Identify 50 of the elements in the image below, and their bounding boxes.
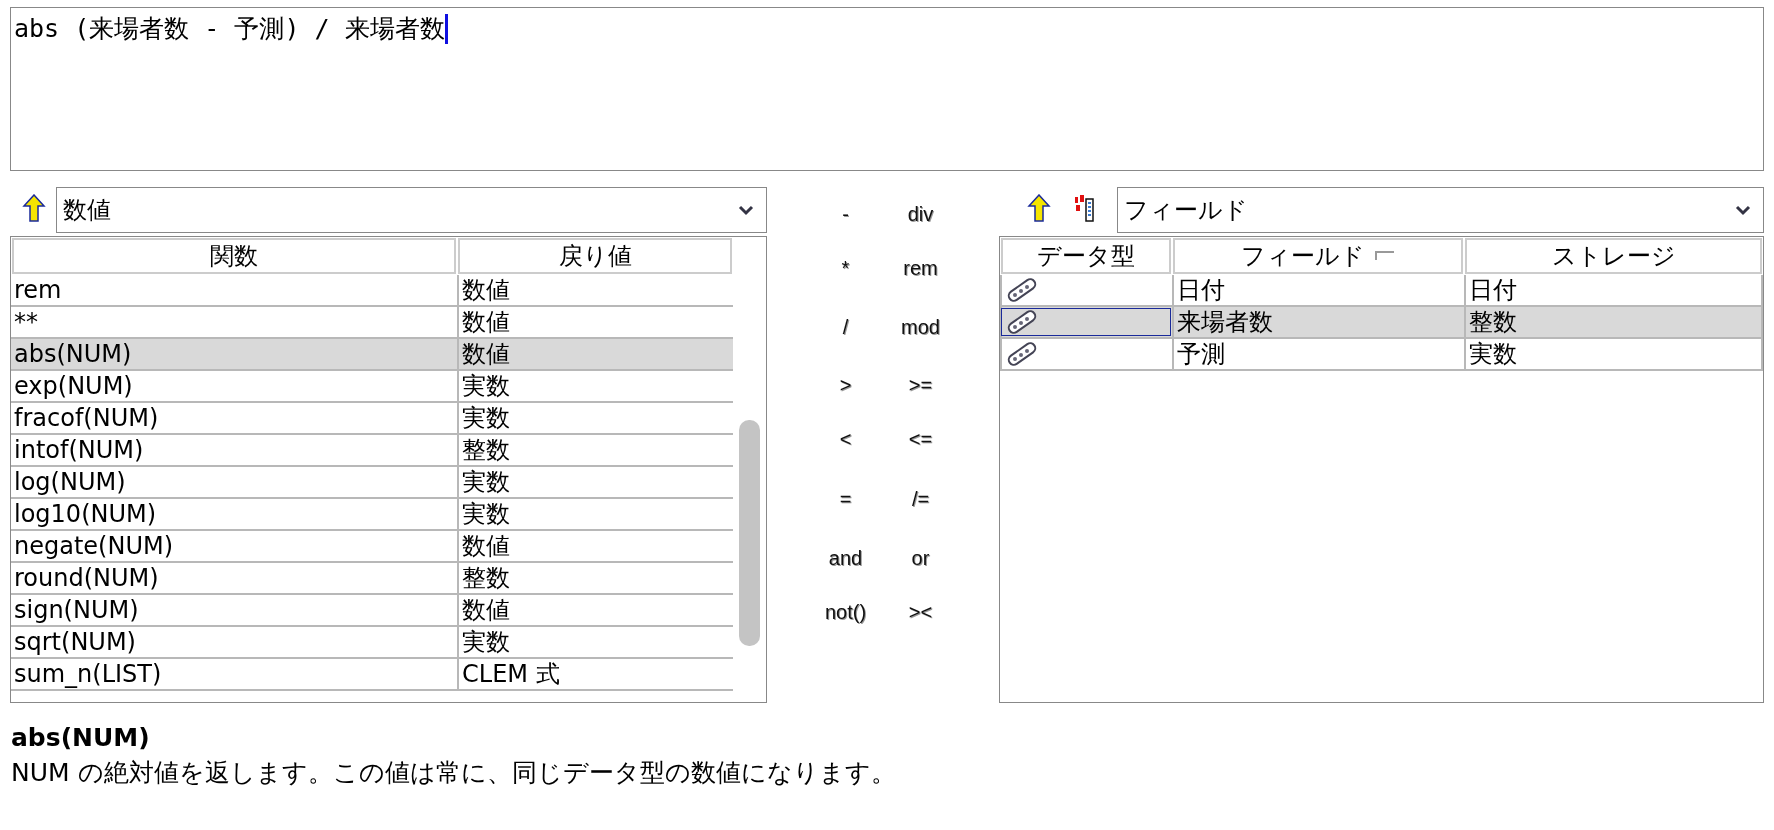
column-header[interactable]: フィールド — [1173, 238, 1463, 274]
operator-button[interactable]: rem — [903, 252, 938, 285]
function-row[interactable]: sqrt(NUM) 実数 — [11, 627, 733, 659]
function-row[interactable]: negate(NUM) 数値 — [11, 531, 733, 563]
expression-field[interactable]: abs (来場者数 - 予測) / 来場者数 — [10, 7, 1764, 171]
category-dropdown[interactable]: 数値 — [56, 187, 767, 233]
column-header[interactable]: ストレージ — [1465, 238, 1762, 274]
function-row[interactable]: fracof(NUM) 実数 — [11, 403, 733, 435]
operator-button[interactable]: - — [842, 196, 849, 232]
chain-link-icon — [1005, 307, 1039, 337]
function-row[interactable]: log10(NUM) 実数 — [11, 499, 733, 531]
function-row[interactable]: abs(NUM) 数値 — [11, 339, 733, 371]
operator-button[interactable]: / — [842, 305, 849, 349]
operator-button[interactable]: = — [839, 477, 852, 521]
function-row[interactable]: sum_n(LIST) CLEM 式 — [11, 659, 733, 691]
operator-button[interactable]: <= — [908, 422, 933, 457]
operator-button[interactable]: > — [839, 369, 852, 402]
function-description: NUM の絶対値を返します。この値は常に、同じデータ型の数値になります。 — [11, 757, 897, 789]
function-row[interactable]: log(NUM) 実数 — [11, 467, 733, 499]
operator-button[interactable]: * — [841, 252, 850, 285]
chain-link-icon — [1005, 339, 1039, 369]
field-row[interactable]: 来場者数 整数 — [1000, 307, 1763, 339]
function-row[interactable]: round(NUM) 整数 — [11, 563, 733, 595]
field-list-dropdown[interactable]: フィールド — [1117, 187, 1764, 233]
chevron-down-icon — [738, 204, 754, 216]
operator-button[interactable]: and — [828, 541, 863, 575]
operator-button[interactable]: div — [907, 196, 934, 232]
column-header[interactable]: 戻り値 — [458, 238, 732, 274]
function-row[interactable]: rem 数値 — [11, 275, 733, 307]
scrollbar-thumb[interactable] — [739, 420, 760, 646]
number-column-icon[interactable] — [1073, 194, 1095, 222]
up-arrow-icon[interactable] — [22, 194, 46, 222]
column-header[interactable]: 関数 — [12, 238, 456, 274]
function-row[interactable]: sign(NUM) 数値 — [11, 595, 733, 627]
chain-link-icon — [1005, 275, 1039, 305]
chevron-down-icon — [1735, 204, 1751, 216]
operator-button[interactable]: < — [839, 422, 852, 457]
operator-button[interactable]: /= — [911, 477, 930, 521]
function-row[interactable]: exp(NUM) 実数 — [11, 371, 733, 403]
operator-button[interactable]: >< — [908, 595, 933, 629]
field-row[interactable]: 予測 実数 — [1000, 339, 1763, 371]
operator-button[interactable]: not() — [824, 595, 867, 629]
up-arrow-icon[interactable] — [1027, 194, 1051, 222]
column-header[interactable]: データ型 — [1001, 238, 1171, 274]
operator-button[interactable]: mod — [901, 305, 940, 349]
operator-button[interactable]: >= — [908, 369, 933, 402]
operator-button[interactable]: or — [911, 541, 930, 575]
function-row[interactable]: intof(NUM) 整数 — [11, 435, 733, 467]
function-name: abs(NUM) — [11, 723, 151, 752]
text-cursor — [444, 14, 448, 44]
